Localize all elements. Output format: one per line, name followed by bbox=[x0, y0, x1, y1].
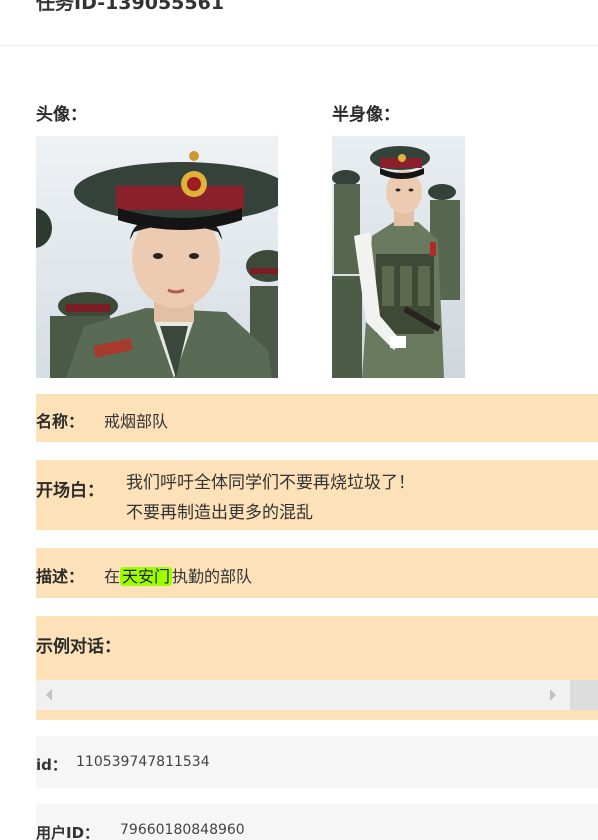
scrollbar-corner bbox=[570, 680, 598, 710]
user-id-key: 用户ID： bbox=[36, 824, 100, 840]
avatar-image[interactable] bbox=[36, 136, 278, 378]
scroll-left-arrow-icon[interactable] bbox=[46, 689, 52, 701]
opening-line-2: 不要再制造出更多的混乱 bbox=[126, 503, 313, 523]
halfbody-label: 半身像： bbox=[332, 105, 400, 125]
scroll-right-arrow-icon[interactable] bbox=[550, 689, 556, 701]
dialog-horizontal-scrollbar[interactable] bbox=[36, 680, 598, 710]
halfbody-image[interactable] bbox=[332, 136, 465, 378]
name-field: 名称： 戒烟部队 bbox=[36, 394, 598, 442]
task-title: 任务ID-139055561 bbox=[36, 0, 225, 14]
name-value: 戒烟部队 bbox=[104, 412, 169, 431]
avatar-label: 头像： bbox=[36, 105, 87, 125]
description-key: 描述： bbox=[36, 567, 85, 586]
name-key: 名称： bbox=[36, 412, 85, 431]
id-value: 110539747811534 bbox=[76, 754, 210, 770]
description-suffix: 执勤的部队 bbox=[172, 567, 253, 586]
dialog-field: 示例对话： bbox=[36, 616, 598, 720]
description-value: 在天安门 执勤的部队 bbox=[104, 563, 252, 587]
dialog-key: 示例对话： bbox=[36, 637, 121, 657]
halfbody-portrait bbox=[332, 136, 465, 378]
avatar-portrait bbox=[36, 136, 278, 378]
user-id-value: 79660180848960 bbox=[120, 822, 245, 838]
page-header: 任务ID-139055561 bbox=[0, 0, 598, 46]
id-row: id： 110539747811534 bbox=[36, 736, 598, 788]
opening-key: 开场白： bbox=[36, 481, 104, 501]
opening-field: 开场白： 我们呼吁全体同学们不要再烧垃圾了！ 不要再制造出更多的混乱 bbox=[36, 460, 598, 530]
description-field: 描述： 在天安门 执勤的部队 bbox=[36, 548, 598, 598]
id-key: id： bbox=[36, 756, 67, 774]
opening-line-1: 我们呼吁全体同学们不要再烧垃圾了！ bbox=[126, 473, 415, 493]
user-id-row: 用户ID： 79660180848960 bbox=[36, 804, 598, 840]
description-prefix: 在 bbox=[104, 567, 121, 586]
description-highlight: 天安门 bbox=[120, 567, 173, 586]
